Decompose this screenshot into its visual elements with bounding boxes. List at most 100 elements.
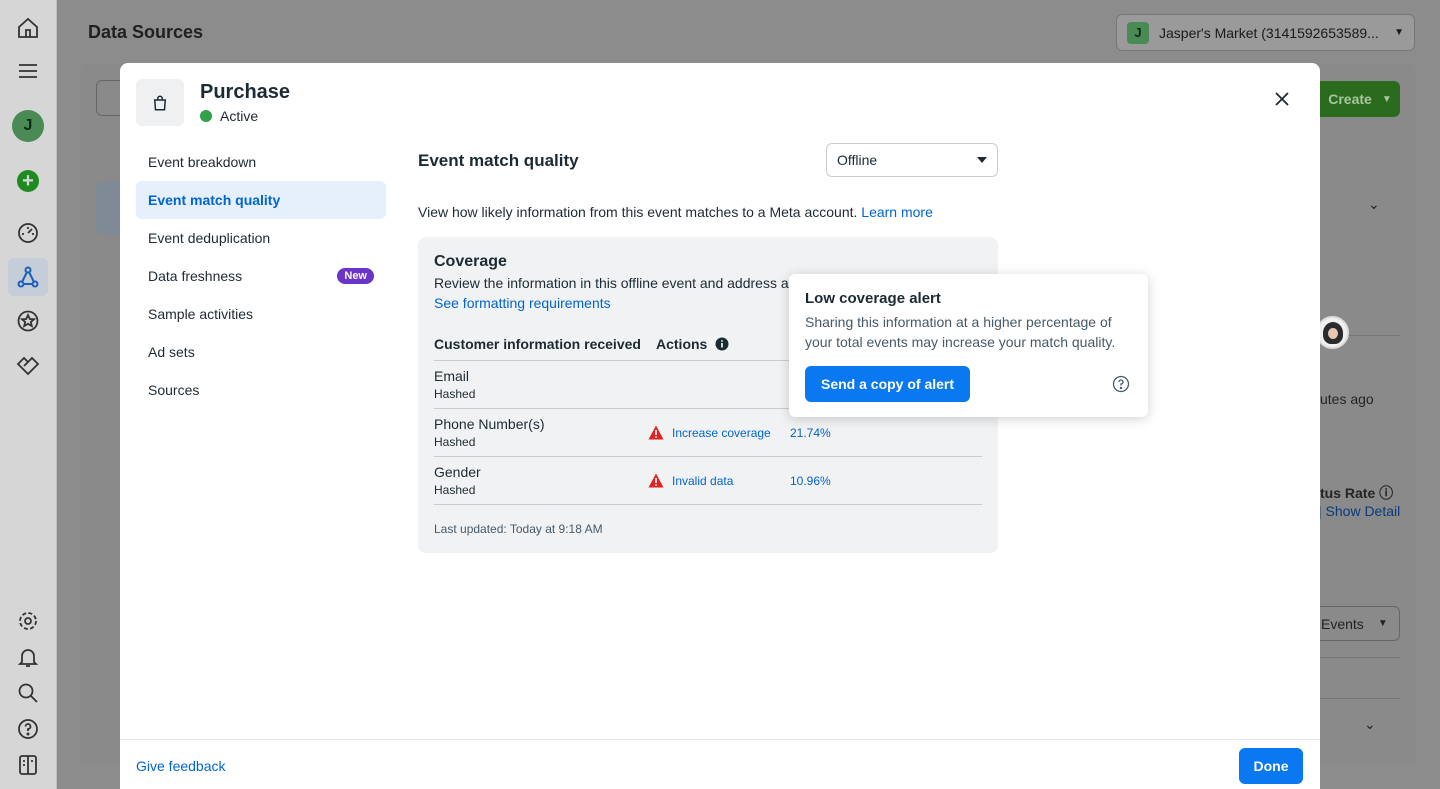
nav-label: Data freshness xyxy=(148,268,243,284)
star-icon[interactable] xyxy=(14,307,42,335)
event-name: Purchase xyxy=(200,81,291,103)
coverage-percentage[interactable]: 21.74% xyxy=(790,426,831,440)
divider xyxy=(1320,657,1400,658)
nav-label: Event deduplication xyxy=(148,230,271,246)
report-panel-icon[interactable] xyxy=(14,751,42,779)
nav-item-event-deduplication[interactable]: Event deduplication xyxy=(136,219,386,257)
table-row: Gender Hashed Invalid data 10.96% xyxy=(434,457,982,505)
create-button-label: Create xyxy=(1328,91,1372,107)
search-icon[interactable] xyxy=(14,679,42,707)
active-status-dot xyxy=(200,110,212,122)
event-details-modal: Purchase Active Event breakdown Event ma… xyxy=(120,63,1320,789)
modal-side-nav: Event breakdown Event match quality Even… xyxy=(136,143,386,409)
info-icon: ⓘ xyxy=(1379,485,1394,501)
row-info: Email Hashed xyxy=(434,368,648,401)
coverage-title: Coverage xyxy=(434,253,507,270)
background-status-rate: tus Rate ⓘ xyxy=(1320,483,1393,503)
account-selector-label: Jasper's Market (3141592653589... xyxy=(1159,24,1379,41)
last-updated-text: Last updated: Today at 9:18 AM xyxy=(434,522,603,536)
settings-gear-icon[interactable] xyxy=(14,607,42,635)
chevron-down-icon[interactable]: ⌄ xyxy=(1368,196,1380,213)
nav-label: Event breakdown xyxy=(148,154,257,170)
chevron-down-icon[interactable]: ⌄ xyxy=(1364,716,1376,733)
caret-down-icon xyxy=(977,157,987,163)
show-detail-link[interactable]: | Show Detail xyxy=(1318,503,1400,519)
create-plus-icon[interactable]: + xyxy=(17,170,39,192)
formatting-requirements-link[interactable]: See formatting requirements xyxy=(434,295,611,311)
nav-label: Sources xyxy=(148,382,200,398)
warning-icon xyxy=(648,425,664,440)
partnership-icon[interactable] xyxy=(14,351,42,379)
actions-header-label: Actions xyxy=(656,335,708,352)
row-info: Phone Number(s) Hashed xyxy=(434,416,648,449)
nav-item-ad-sets[interactable]: Ad sets xyxy=(136,333,386,371)
row-name: Phone Number(s) xyxy=(434,416,545,432)
status-rate-label: tus Rate xyxy=(1320,485,1376,501)
row-hashed: Hashed xyxy=(434,483,476,497)
invalid-data-action[interactable]: Invalid data xyxy=(648,473,790,488)
modal-header: Purchase Active xyxy=(136,79,290,126)
shopping-bag-icon xyxy=(136,79,184,126)
help-icon[interactable] xyxy=(14,715,42,743)
low-coverage-alert-popover: Low coverage alert Sharing this informat… xyxy=(789,274,1148,417)
learn-more-link[interactable]: Learn more xyxy=(861,204,933,220)
account-selector[interactable]: J Jasper's Market (3141592653589... ▼ xyxy=(1116,14,1415,51)
popover-title: Low coverage alert xyxy=(805,290,941,307)
notifications-bell-icon[interactable] xyxy=(14,643,42,671)
background-timestamp: utes ago xyxy=(1320,391,1374,407)
show-detail-label: Show Detail xyxy=(1325,503,1401,519)
divider xyxy=(1320,698,1400,699)
section-title: Event match quality xyxy=(418,151,579,170)
source-type-value: Offline xyxy=(837,152,878,168)
chevron-down-icon: ▼ xyxy=(1394,27,1404,38)
row-name: Email xyxy=(434,368,470,384)
increase-coverage-action[interactable]: Increase coverage xyxy=(648,425,790,440)
row-info: Gender Hashed xyxy=(434,464,648,497)
nav-item-event-match-quality[interactable]: Event match quality xyxy=(136,181,386,219)
floating-user-avatar[interactable] xyxy=(1316,316,1349,349)
nav-label: Event match quality xyxy=(148,192,281,208)
coverage-subtitle: Review the information in this offline e… xyxy=(434,275,789,291)
action-label: Invalid data xyxy=(672,473,734,488)
events-dropdown[interactable]: Events ▼ xyxy=(1306,606,1400,641)
nav-item-event-breakdown[interactable]: Event breakdown xyxy=(136,143,386,181)
send-alert-copy-button[interactable]: Send a copy of alert xyxy=(805,366,971,402)
action-label: Increase coverage xyxy=(672,425,771,440)
source-type-select[interactable]: Offline xyxy=(826,143,998,177)
info-icon[interactable] xyxy=(715,337,729,351)
new-badge: New xyxy=(337,268,374,284)
nav-label: Ad sets xyxy=(148,344,195,360)
close-button[interactable] xyxy=(1270,87,1294,111)
column-header-info: Customer information received xyxy=(434,335,641,352)
page-title: Data Sources xyxy=(88,22,204,42)
dashboard-gauge-icon[interactable] xyxy=(14,219,42,247)
done-button[interactable]: Done xyxy=(1239,748,1303,784)
description-text: View how likely information from this ev… xyxy=(418,204,858,220)
event-status: Active xyxy=(200,108,290,124)
menu-icon[interactable] xyxy=(14,57,42,85)
events-dropdown-label: Events xyxy=(1321,615,1364,632)
give-feedback-link[interactable]: Give feedback xyxy=(136,758,226,774)
row-hashed: Hashed xyxy=(434,387,476,401)
left-navigation-rail: J + xyxy=(0,0,57,789)
status-label: Active xyxy=(220,108,259,124)
nav-item-sources[interactable]: Sources xyxy=(136,371,386,409)
nav-item-sample-activities[interactable]: Sample activities xyxy=(136,295,386,333)
modal-footer: Give feedback Done xyxy=(120,739,1320,789)
row-hashed: Hashed xyxy=(434,435,476,449)
coverage-percentage[interactable]: 10.96% xyxy=(790,474,831,488)
data-sources-network-icon[interactable] xyxy=(14,263,42,291)
account-initial: J xyxy=(1127,21,1149,44)
help-icon[interactable] xyxy=(1112,375,1130,393)
warning-icon xyxy=(648,473,664,488)
account-avatar[interactable]: J xyxy=(12,110,44,142)
nav-item-data-freshness[interactable]: Data freshness New xyxy=(136,257,386,295)
caret-down-icon: ▼ xyxy=(1381,93,1392,105)
section-description: View how likely information from this ev… xyxy=(418,204,933,220)
caret-down-icon: ▼ xyxy=(1377,618,1388,629)
column-header-actions: Actions xyxy=(656,336,729,352)
nav-label: Sample activities xyxy=(148,306,254,322)
row-name: Gender xyxy=(434,464,481,480)
home-icon[interactable] xyxy=(14,14,42,42)
popover-text: Sharing this information at a higher per… xyxy=(805,314,1116,350)
